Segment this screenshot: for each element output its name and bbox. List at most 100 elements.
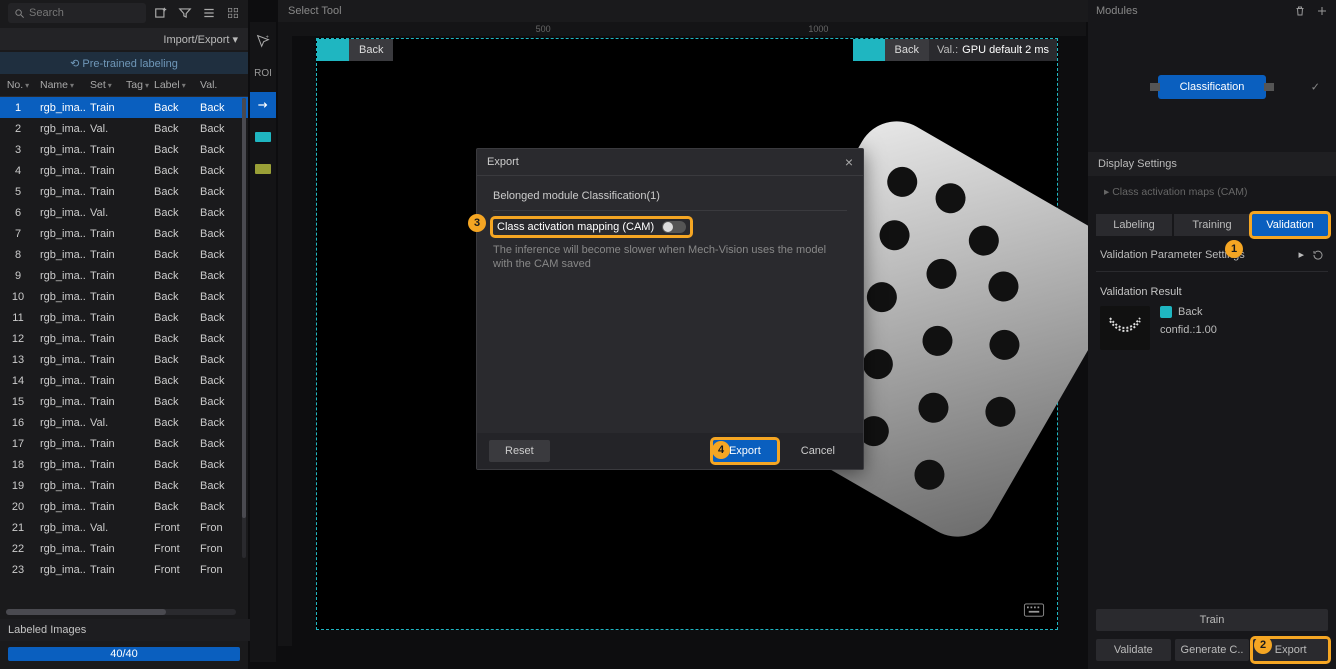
cell-set: Train [86, 370, 122, 391]
table-row[interactable]: 7rgb_ima..TrainBackBack [0, 223, 248, 244]
table-row[interactable]: 9rgb_ima..TrainBackBack [0, 265, 248, 286]
cell-tag [122, 538, 150, 559]
table-row[interactable]: 19rgb_ima..TrainBackBack [0, 475, 248, 496]
table-row[interactable]: 6rgb_ima..Val.BackBack [0, 202, 248, 223]
cell-set: Train [86, 286, 122, 307]
pretrained-labeling-button[interactable]: ⟲ Pre-trained labeling [0, 52, 248, 74]
table-row[interactable]: 11rgb_ima..TrainBackBack [0, 307, 248, 328]
svg-text:+: + [266, 34, 269, 40]
col-val[interactable]: Val. [196, 74, 234, 96]
col-tag[interactable]: Tag [122, 74, 150, 96]
table-row[interactable]: 22rgb_ima..TrainFrontFron [0, 538, 248, 559]
keyboard-icon[interactable] [1023, 603, 1045, 617]
cell-no: 8 [0, 244, 36, 265]
table-row[interactable]: 8rgb_ima..TrainBackBack [0, 244, 248, 265]
arrow-tool[interactable] [250, 92, 276, 118]
table-row[interactable]: 3rgb_ima..TrainBackBack [0, 139, 248, 160]
table-row[interactable]: 23rgb_ima..TrainFrontFron [0, 559, 248, 577]
ruler-horizontal: 500 1000 [278, 22, 1086, 36]
search-input[interactable]: Search [8, 3, 146, 23]
step-badge-1: 1 [1225, 240, 1243, 258]
cell-tag [122, 244, 150, 265]
result-thumbnail[interactable] [1100, 306, 1150, 350]
filter-icon[interactable] [178, 6, 192, 20]
toggle-icon[interactable] [662, 221, 686, 233]
table-row[interactable]: 14rgb_ima..TrainBackBack [0, 370, 248, 391]
export-dialog: Export × Belonged module Classification(… [476, 148, 864, 470]
cell-val: Fron [196, 559, 234, 577]
h-scrollbar[interactable] [6, 609, 236, 615]
list-icon[interactable] [202, 6, 216, 20]
cell-name: rgb_ima.. [36, 118, 86, 139]
tab-validation[interactable]: Validation [1252, 214, 1328, 236]
image-plus-icon[interactable] [154, 6, 168, 20]
table-row[interactable]: 18rgb_ima..TrainBackBack [0, 454, 248, 475]
cell-name: rgb_ima.. [36, 181, 86, 202]
col-no[interactable]: No. [0, 74, 36, 96]
cell-name: rgb_ima.. [36, 559, 86, 577]
train-button[interactable]: Train [1096, 609, 1328, 631]
col-name[interactable]: Name [36, 74, 86, 96]
olive-swatch[interactable] [250, 156, 276, 182]
teal-swatch[interactable] [250, 124, 276, 150]
cell-no: 11 [0, 307, 36, 328]
cam-maps-row[interactable]: ▸ Class activation maps (CAM) [1088, 176, 1336, 208]
history-icon[interactable] [1312, 249, 1324, 261]
cell-val: Back [196, 328, 234, 349]
cell-val: Back [196, 370, 234, 391]
v-scrollbar[interactable] [242, 98, 246, 558]
cell-tag [122, 391, 150, 412]
cell-val: Back [196, 139, 234, 160]
view-tab-left[interactable]: Back [317, 39, 393, 61]
close-icon[interactable]: × [845, 154, 853, 170]
cell-name: rgb_ima.. [36, 391, 86, 412]
cell-val: Back [196, 244, 234, 265]
roi-tool[interactable]: ROI [250, 60, 276, 86]
view-tab-right[interactable]: Back Val.:GPU default 2 ms [853, 39, 1058, 61]
cell-name: rgb_ima.. [36, 328, 86, 349]
table-row[interactable]: 20rgb_ima..TrainBackBack [0, 496, 248, 517]
validate-button[interactable]: Validate [1096, 639, 1171, 661]
table-row[interactable]: 12rgb_ima..TrainBackBack [0, 328, 248, 349]
cell-tag [122, 202, 150, 223]
table-row[interactable]: 4rgb_ima..TrainBackBack [0, 160, 248, 181]
import-export-button[interactable]: Import/Export ▾ [0, 28, 248, 50]
reset-button[interactable]: Reset [489, 440, 550, 462]
plus-icon[interactable] [1316, 5, 1328, 17]
cell-name: rgb_ima.. [36, 265, 86, 286]
table-row[interactable]: 15rgb_ima..TrainBackBack [0, 391, 248, 412]
cell-set: Train [86, 349, 122, 370]
table-row[interactable]: 10rgb_ima..TrainBackBack [0, 286, 248, 307]
cancel-button[interactable]: Cancel [785, 440, 851, 462]
classification-module[interactable]: Classification [1158, 75, 1267, 99]
col-set[interactable]: Set [86, 74, 122, 96]
validation-params-row[interactable]: Validation Parameter Settings ▸ [1088, 242, 1336, 267]
table-row[interactable]: 5rgb_ima..TrainBackBack [0, 181, 248, 202]
cam-toggle-row[interactable]: Class activation mapping (CAM) [493, 219, 690, 235]
table-row[interactable]: 17rgb_ima..TrainBackBack [0, 433, 248, 454]
check-icon: ✓ [1311, 81, 1320, 94]
table-row[interactable]: 16rgb_ima..Val.BackBack [0, 412, 248, 433]
trash-icon[interactable] [1294, 5, 1306, 17]
table-row[interactable]: 2rgb_ima..Val.BackBack [0, 118, 248, 139]
generate-button[interactable]: Generate C.. [1175, 639, 1250, 661]
cell-label: Back [150, 244, 196, 265]
select-tool-icon[interactable]: + [250, 28, 276, 54]
table-row[interactable]: 21rgb_ima..Val.FrontFron [0, 517, 248, 538]
table-row[interactable]: 13rgb_ima..TrainBackBack [0, 349, 248, 370]
chevron-right-icon: ▸ [1298, 248, 1304, 261]
toolbar-icons [154, 6, 240, 20]
tab-labeling[interactable]: Labeling [1096, 214, 1172, 236]
cell-name: rgb_ima.. [36, 307, 86, 328]
col-label[interactable]: Label [150, 74, 196, 96]
cell-set: Train [86, 223, 122, 244]
cell-no: 1 [0, 97, 36, 118]
cell-set: Train [86, 160, 122, 181]
tab-training[interactable]: Training [1174, 214, 1250, 236]
cell-val: Fron [196, 538, 234, 559]
cell-set: Train [86, 559, 122, 577]
progress-text: 40/40 [110, 648, 138, 660]
table-row[interactable]: 1rgb_ima..TrainBackBack [0, 97, 248, 118]
grid-icon[interactable] [226, 6, 240, 20]
modal-titlebar: Export × [477, 149, 863, 176]
